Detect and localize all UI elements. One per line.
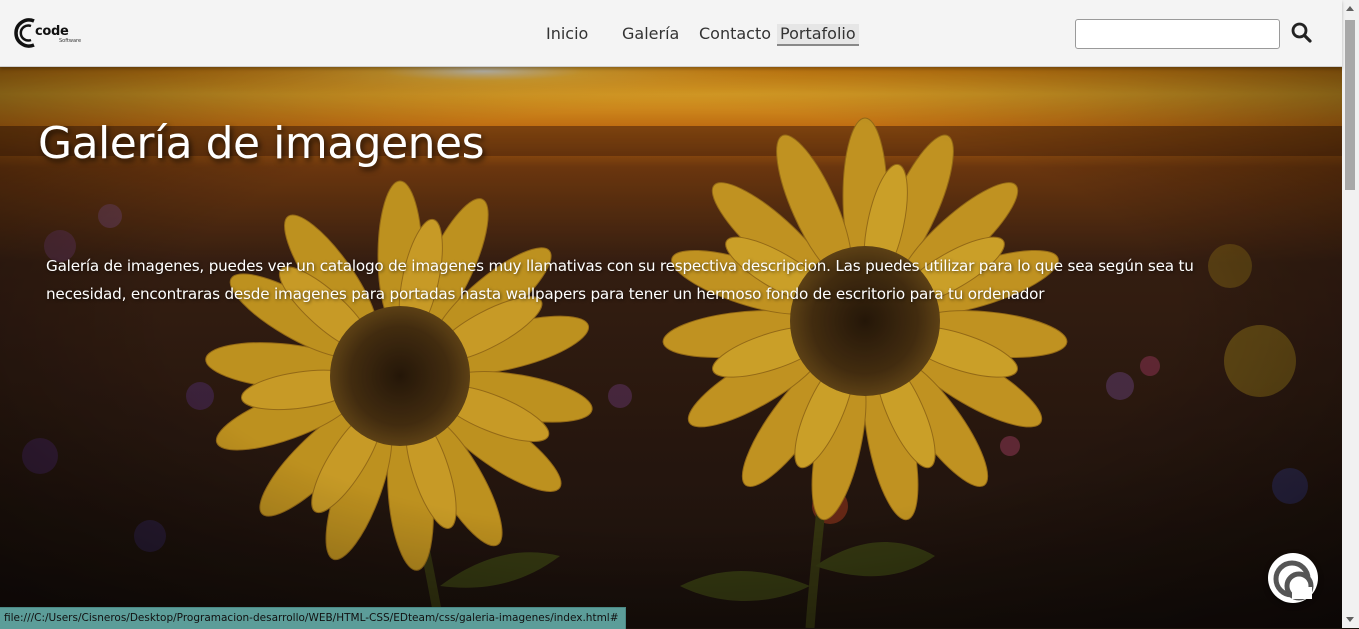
nav-link-inicio[interactable]: Inicio: [546, 24, 588, 43]
scroll-up-arrow-icon[interactable]: [1346, 6, 1354, 11]
browser-status-bar: file:///C:/Users/Cisneros/Desktop/Progra…: [0, 607, 626, 629]
logo[interactable]: code Software: [12, 15, 81, 51]
search-icon: [1291, 22, 1312, 43]
logo-subtext: Software: [59, 38, 82, 44]
logo-text: code: [35, 24, 69, 39]
scrollbar[interactable]: [1342, 0, 1359, 628]
chat-widget-button[interactable]: [1268, 553, 1318, 603]
page-title: Galería de imagenes: [38, 118, 485, 169]
search-button[interactable]: [1290, 21, 1314, 45]
hero-section: Galería de imagenes Galería de imagenes,…: [0, 66, 1342, 628]
chat-icon: [1273, 560, 1314, 601]
search-input[interactable]: [1075, 19, 1280, 49]
nav-link-galeria[interactable]: Galería: [622, 24, 679, 43]
scroll-down-arrow-icon[interactable]: [1346, 617, 1354, 622]
nav-link-portafolio[interactable]: Portafolio: [777, 24, 859, 46]
nav-link-contacto[interactable]: Contacto: [699, 24, 771, 43]
scrollbar-thumb[interactable]: [1345, 20, 1355, 190]
hero-description: Galería de imagenes, puedes ver un catal…: [46, 257, 1194, 303]
top-navbar: code Software Inicio Galería Contacto Po…: [0, 0, 1342, 67]
